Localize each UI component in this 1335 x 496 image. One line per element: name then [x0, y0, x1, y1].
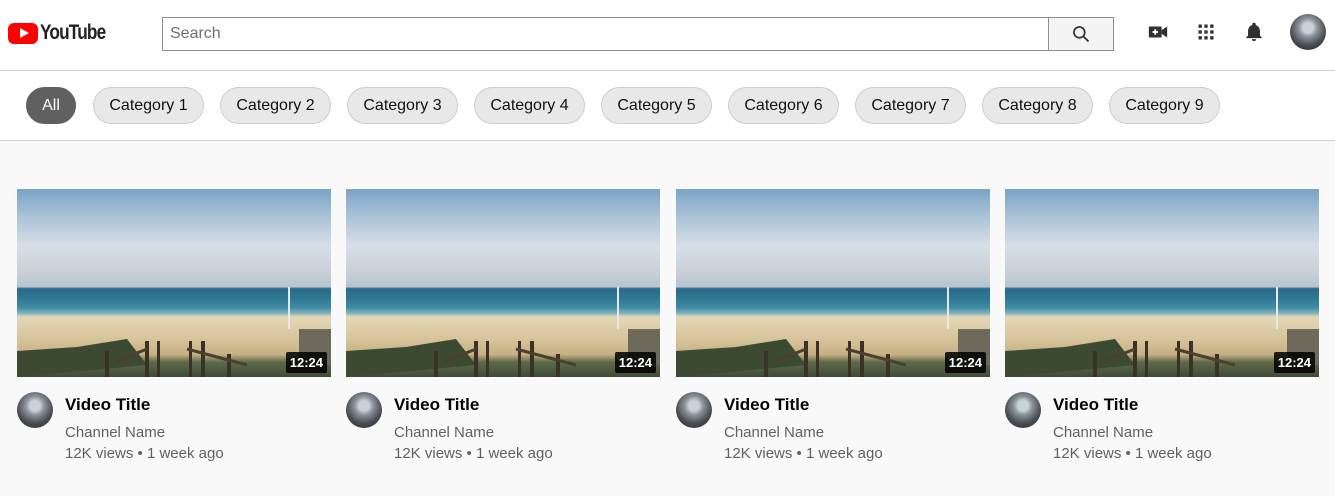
video-duration: 12:24: [1273, 352, 1315, 373]
channel-name[interactable]: Channel Name: [724, 424, 824, 441]
video-title[interactable]: Video Title: [394, 395, 479, 415]
channel-avatar[interactable]: [346, 392, 382, 428]
video-thumbnail[interactable]: 12:24: [1005, 189, 1319, 377]
video-duration: 12:24: [944, 352, 986, 373]
search-input[interactable]: [163, 18, 1048, 50]
video-thumbnail[interactable]: 12:24: [676, 189, 990, 377]
video-stats: 12K views • 1 week ago: [65, 445, 224, 462]
video-card: 12:24 Video Title Channel Name 12K views…: [676, 189, 990, 469]
channel-name[interactable]: Channel Name: [1053, 424, 1153, 441]
create-video-button[interactable]: [1146, 20, 1170, 44]
chip-category-7[interactable]: Category 7: [855, 87, 966, 124]
video-duration: 12:24: [614, 352, 656, 373]
search-button[interactable]: [1048, 18, 1113, 50]
video-card: 12:24 Video Title Channel Name 12K views…: [346, 189, 660, 469]
masthead: YouTube: [0, 0, 1335, 71]
chip-category-5[interactable]: Category 5: [601, 87, 712, 124]
video-card: 12:24 Video Title Channel Name 12K views…: [17, 189, 331, 469]
chip-category-1[interactable]: Category 1: [93, 87, 204, 124]
apps-button[interactable]: [1194, 20, 1218, 44]
channel-avatar[interactable]: [17, 392, 53, 428]
channel-avatar[interactable]: [1005, 392, 1041, 428]
category-chip-bar: All Category 1 Category 2 Category 3 Cat…: [0, 71, 1335, 141]
youtube-play-icon: [8, 22, 38, 44]
user-avatar[interactable]: [1290, 14, 1326, 50]
logo-text: YouTube: [40, 21, 106, 44]
chip-category-2[interactable]: Category 2: [220, 87, 331, 124]
chip-category-6[interactable]: Category 6: [728, 87, 839, 124]
video-title[interactable]: Video Title: [65, 395, 150, 415]
channel-name[interactable]: Channel Name: [394, 424, 494, 441]
video-thumbnail[interactable]: 12:24: [346, 189, 660, 377]
video-card: 12:24 Video Title Channel Name 12K views…: [1005, 189, 1319, 469]
chip-category-4[interactable]: Category 4: [474, 87, 585, 124]
video-title[interactable]: Video Title: [1053, 395, 1138, 415]
video-title[interactable]: Video Title: [724, 395, 809, 415]
video-thumbnail[interactable]: 12:24: [17, 189, 331, 377]
video-stats: 12K views • 1 week ago: [1053, 445, 1212, 462]
channel-name[interactable]: Channel Name: [65, 424, 165, 441]
search-box: [162, 17, 1114, 51]
chip-category-3[interactable]: Category 3: [347, 87, 458, 124]
youtube-logo[interactable]: YouTube: [8, 21, 120, 45]
chip-all[interactable]: All: [26, 87, 76, 124]
video-duration: 12:24: [285, 352, 327, 373]
video-stats: 12K views • 1 week ago: [724, 445, 883, 462]
video-stats: 12K views • 1 week ago: [394, 445, 553, 462]
create-video-icon: [1148, 26, 1168, 38]
chip-category-9[interactable]: Category 9: [1109, 87, 1220, 124]
chip-category-8[interactable]: Category 8: [982, 87, 1093, 124]
apps-grid-icon: [1198, 24, 1214, 40]
channel-avatar[interactable]: [676, 392, 712, 428]
search-icon: [1073, 26, 1090, 43]
notifications-bell-icon: [1246, 22, 1262, 42]
notifications-button[interactable]: [1242, 20, 1266, 44]
